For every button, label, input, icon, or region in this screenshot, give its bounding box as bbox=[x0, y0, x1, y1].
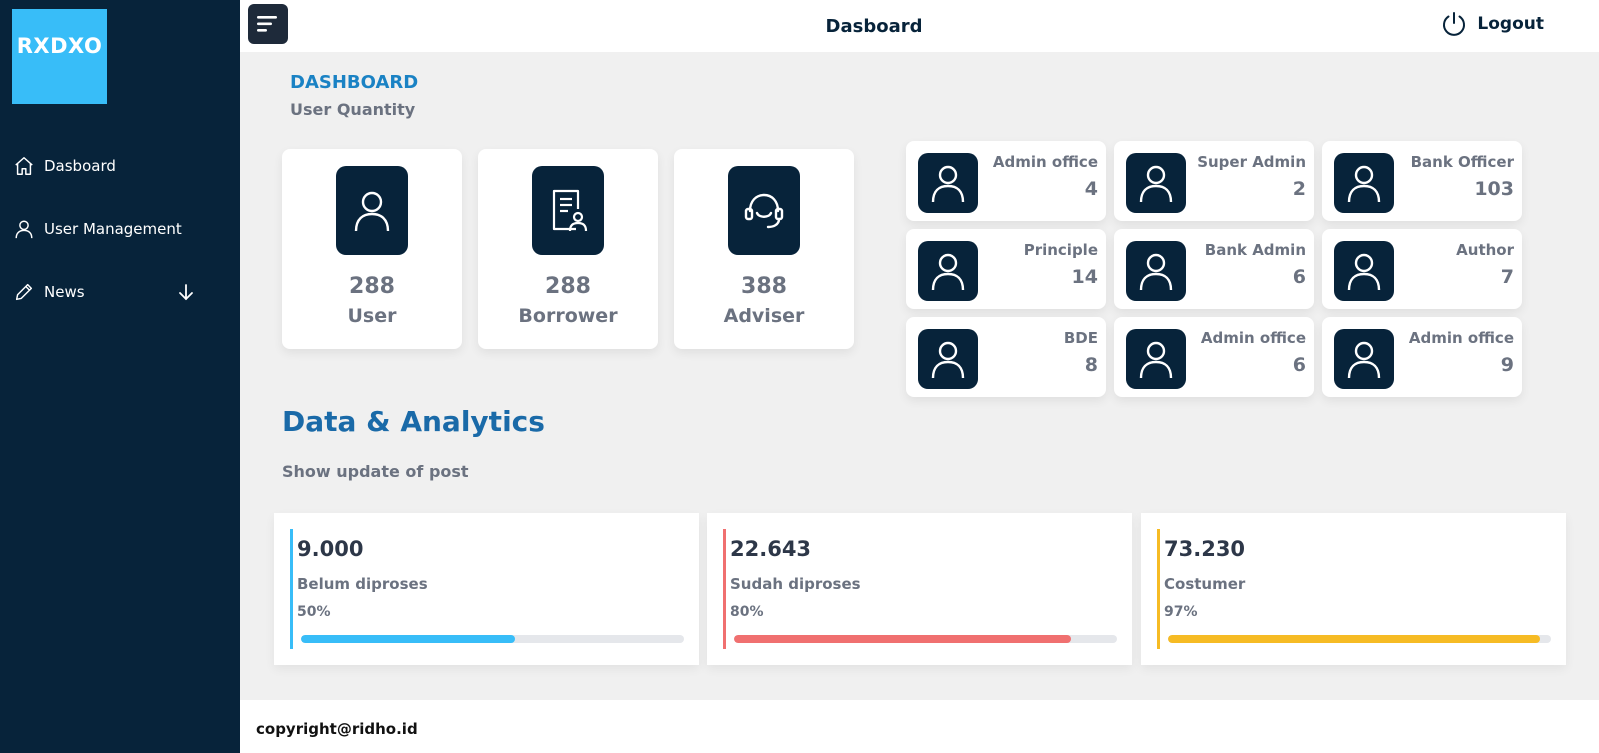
progress-fill bbox=[301, 635, 516, 643]
role-count: 8 bbox=[1084, 354, 1098, 376]
power-icon bbox=[1443, 12, 1466, 36]
progress-label: Belum diproses bbox=[297, 575, 428, 593]
role-count: 6 bbox=[1292, 266, 1306, 288]
section-subtitle: User Quantity bbox=[290, 100, 416, 119]
user-icon bbox=[918, 153, 978, 213]
role-card[interactable]: Bank Admin 6 bbox=[1114, 229, 1314, 309]
headset-icon bbox=[728, 166, 800, 255]
accent-bar bbox=[290, 529, 293, 649]
sidebar: RXDXO Dasboard User Management News bbox=[0, 0, 240, 753]
analytics-title: Data & Analytics bbox=[282, 405, 545, 438]
stat-card-adviser[interactable]: 388 Adviser bbox=[674, 149, 854, 349]
role-count: 7 bbox=[1500, 266, 1514, 288]
role-card[interactable]: Admin office 9 bbox=[1322, 317, 1522, 397]
progress-fill bbox=[1168, 635, 1540, 643]
role-label: Bank Admin bbox=[1204, 241, 1306, 259]
document-user-icon bbox=[532, 166, 604, 255]
user-icon bbox=[336, 166, 408, 255]
user-icon bbox=[1334, 329, 1394, 389]
progress-value: 73.230 bbox=[1164, 537, 1246, 561]
progress-fill bbox=[734, 635, 1072, 643]
role-label: Principle bbox=[1023, 241, 1098, 259]
progress-label: Costumer bbox=[1164, 575, 1246, 593]
card-label: User bbox=[347, 305, 397, 327]
stat-card-user[interactable]: 288 User bbox=[282, 149, 462, 349]
card-value: 388 bbox=[741, 274, 787, 299]
progress-value: 22.643 bbox=[730, 537, 812, 561]
copyright-text: copyright@ridho.id bbox=[256, 720, 418, 738]
logout-button[interactable]: Logout bbox=[1441, 11, 1544, 37]
card-value: 288 bbox=[545, 274, 591, 299]
progress-track bbox=[301, 635, 684, 643]
analytics-subtitle: Show update of post bbox=[282, 462, 469, 481]
sidebar-item-dasboard[interactable]: Dasboard bbox=[12, 151, 222, 181]
page-title: Dasboard bbox=[825, 16, 923, 37]
progress-card: 9.000 Belum diproses 50% bbox=[274, 513, 699, 665]
user-icon bbox=[1334, 241, 1394, 301]
role-label: Admin office bbox=[1200, 329, 1306, 347]
home-icon bbox=[12, 154, 36, 178]
role-label: Admin office bbox=[992, 153, 1098, 171]
role-label: BDE bbox=[1063, 329, 1098, 347]
role-count: 2 bbox=[1292, 178, 1306, 200]
role-card[interactable]: Super Admin 2 bbox=[1114, 141, 1314, 221]
user-icon bbox=[12, 217, 36, 241]
role-count: 4 bbox=[1084, 178, 1098, 200]
progress-label: Sudah diproses bbox=[730, 575, 861, 593]
user-icon bbox=[1126, 241, 1186, 301]
role-card[interactable]: Bank Officer 103 bbox=[1322, 141, 1522, 221]
role-card[interactable]: Admin office 6 bbox=[1114, 317, 1314, 397]
pencil-icon bbox=[12, 280, 36, 304]
arrow-down-icon[interactable] bbox=[174, 280, 198, 304]
stat-card-borrower[interactable]: 288 Borrower bbox=[478, 149, 658, 349]
progress-percent: 97% bbox=[1164, 604, 1198, 620]
progress-track bbox=[1168, 635, 1551, 643]
logout-label: Logout bbox=[1477, 14, 1544, 34]
accent-bar bbox=[723, 529, 726, 649]
sidebar-item-label: User Management bbox=[44, 220, 182, 238]
role-card[interactable]: Principle 14 bbox=[906, 229, 1106, 309]
footer: copyright@ridho.id bbox=[240, 700, 1599, 753]
user-icon bbox=[1126, 329, 1186, 389]
role-count: 14 bbox=[1071, 266, 1098, 288]
sidebar-item-label: Dasboard bbox=[44, 157, 116, 175]
progress-value: 9.000 bbox=[297, 537, 364, 561]
accent-bar bbox=[1157, 529, 1160, 649]
progress-track bbox=[734, 635, 1117, 643]
sidebar-item-news[interactable]: News bbox=[12, 277, 222, 307]
logo[interactable]: RXDXO bbox=[12, 9, 107, 104]
sidebar-item-user-management[interactable]: User Management bbox=[12, 214, 222, 244]
role-card[interactable]: Admin office 4 bbox=[906, 141, 1106, 221]
user-icon bbox=[918, 329, 978, 389]
sidebar-item-label: News bbox=[44, 283, 85, 301]
role-label: Author bbox=[1456, 241, 1514, 259]
progress-percent: 80% bbox=[730, 604, 764, 620]
topbar: Dasboard Logout bbox=[240, 0, 1599, 52]
role-count: 9 bbox=[1500, 354, 1514, 376]
role-label: Bank Officer bbox=[1410, 153, 1514, 171]
user-icon bbox=[918, 241, 978, 301]
section-title: DASHBOARD bbox=[290, 72, 419, 93]
role-count: 6 bbox=[1292, 354, 1306, 376]
card-value: 288 bbox=[349, 274, 395, 299]
user-icon bbox=[1334, 153, 1394, 213]
progress-card: 73.230 Costumer 97% bbox=[1141, 513, 1566, 665]
user-icon bbox=[1126, 153, 1186, 213]
progress-card: 22.643 Sudah diproses 80% bbox=[707, 513, 1132, 665]
role-label: Admin office bbox=[1408, 329, 1514, 347]
card-label: Borrower bbox=[518, 305, 618, 327]
progress-percent: 50% bbox=[297, 604, 331, 620]
role-count: 103 bbox=[1474, 178, 1514, 200]
role-card[interactable]: BDE 8 bbox=[906, 317, 1106, 397]
card-label: Adviser bbox=[723, 305, 805, 327]
role-card[interactable]: Author 7 bbox=[1322, 229, 1522, 309]
role-label: Super Admin bbox=[1197, 153, 1306, 171]
